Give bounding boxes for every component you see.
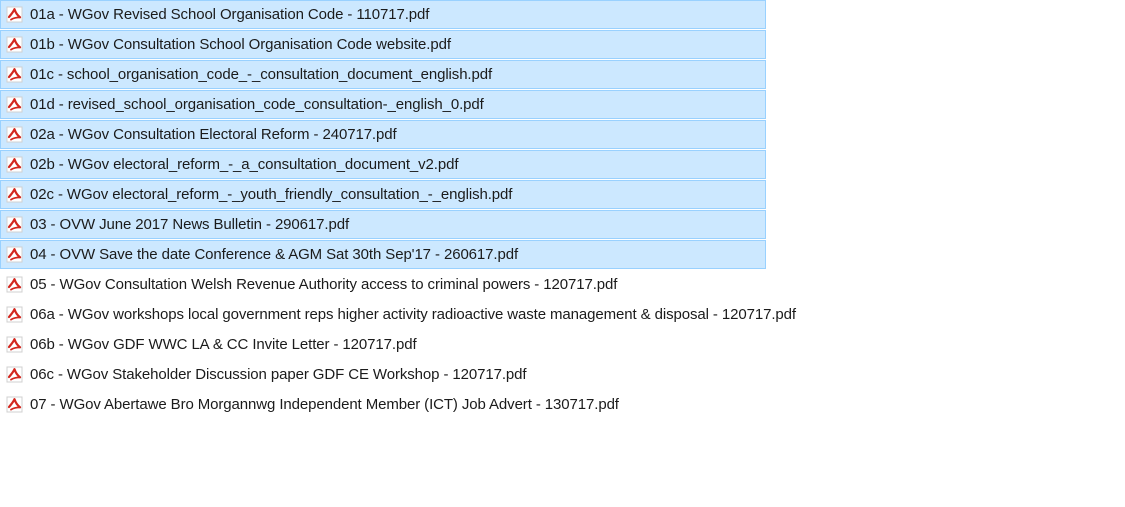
pdf-file-icon — [6, 126, 23, 143]
file-name: 01b - WGov Consultation School Organisat… — [30, 36, 451, 53]
pdf-file-icon — [6, 66, 23, 83]
file-name: 01c - school_organisation_code_-_consult… — [30, 66, 493, 83]
pdf-file-icon — [6, 36, 23, 53]
file-list-item-1[interactable]: 01a - WGov Revised School Organisation C… — [0, 0, 766, 29]
file-name: 02c - WGov electoral_reform_-_youth_frie… — [30, 186, 513, 203]
pdf-file-icon — [6, 246, 23, 263]
pdf-file-icon — [6, 186, 23, 203]
file-list-item-9[interactable]: 04 - OVW Save the date Conference & AGM … — [0, 240, 766, 269]
file-list-item-14[interactable]: 07 - WGov Abertawe Bro Morgannwg Indepen… — [0, 390, 1125, 419]
file-list-item-6[interactable]: 02b - WGov electoral_reform_-_a_consulta… — [0, 150, 766, 179]
file-list-item-4[interactable]: 01d - revised_school_organisation_code_c… — [0, 90, 766, 119]
file-list-item-3[interactable]: 01c - school_organisation_code_-_consult… — [0, 60, 766, 89]
pdf-file-icon — [6, 306, 23, 323]
file-name: 06b - WGov GDF WWC LA & CC Invite Letter… — [30, 336, 417, 353]
pdf-file-icon — [6, 156, 23, 173]
pdf-file-icon — [6, 6, 23, 23]
file-list: 01a - WGov Revised School Organisation C… — [0, 0, 1125, 420]
file-name: 02b - WGov electoral_reform_-_a_consulta… — [30, 156, 459, 173]
pdf-file-icon — [6, 216, 23, 233]
file-name: 06c - WGov Stakeholder Discussion paper … — [30, 366, 527, 383]
file-list-item-12[interactable]: 06b - WGov GDF WWC LA & CC Invite Letter… — [0, 330, 1125, 359]
file-name: 02a - WGov Consultation Electoral Reform… — [30, 126, 397, 143]
file-name: 01a - WGov Revised School Organisation C… — [30, 6, 430, 23]
file-list-item-10[interactable]: 05 - WGov Consultation Welsh Revenue Aut… — [0, 270, 1125, 299]
file-name: 03 - OVW June 2017 News Bulletin - 29061… — [30, 216, 350, 233]
file-list-item-7[interactable]: 02c - WGov electoral_reform_-_youth_frie… — [0, 180, 766, 209]
pdf-file-icon — [6, 276, 23, 293]
file-name: 04 - OVW Save the date Conference & AGM … — [30, 246, 519, 263]
file-name: 07 - WGov Abertawe Bro Morgannwg Indepen… — [30, 396, 619, 413]
pdf-file-icon — [6, 396, 23, 413]
pdf-file-icon — [6, 336, 23, 353]
file-name: 05 - WGov Consultation Welsh Revenue Aut… — [30, 276, 618, 293]
file-list-item-2[interactable]: 01b - WGov Consultation School Organisat… — [0, 30, 766, 59]
file-list-item-13[interactable]: 06c - WGov Stakeholder Discussion paper … — [0, 360, 1125, 389]
file-name: 01d - revised_school_organisation_code_c… — [30, 96, 484, 113]
file-name: 06a - WGov workshops local government re… — [30, 306, 796, 323]
file-list-item-8[interactable]: 03 - OVW June 2017 News Bulletin - 29061… — [0, 210, 766, 239]
pdf-file-icon — [6, 366, 23, 383]
file-list-item-5[interactable]: 02a - WGov Consultation Electoral Reform… — [0, 120, 766, 149]
pdf-file-icon — [6, 96, 23, 113]
file-list-item-11[interactable]: 06a - WGov workshops local government re… — [0, 300, 1125, 329]
